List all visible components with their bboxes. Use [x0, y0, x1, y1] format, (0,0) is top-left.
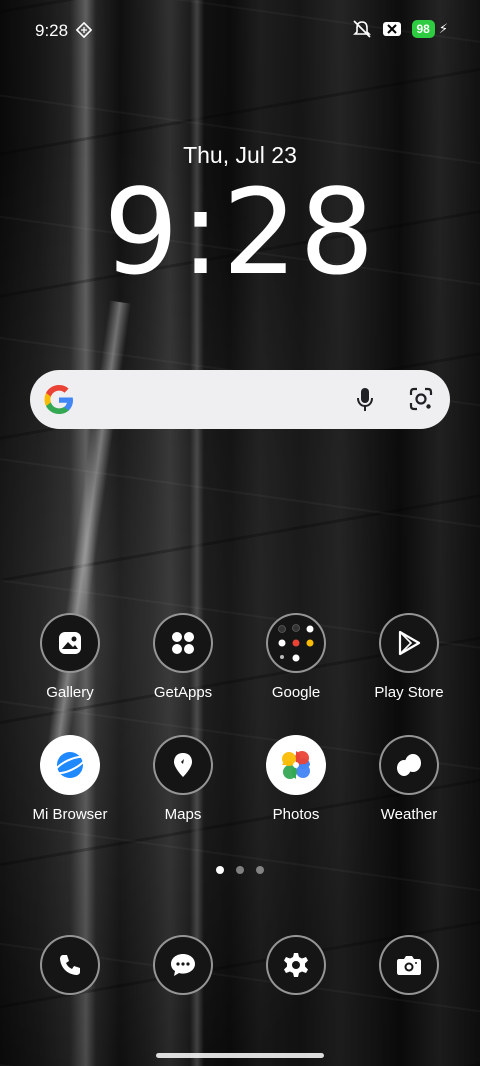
google-search-bar[interactable] — [30, 370, 450, 429]
dock-camera[interactable] — [379, 935, 439, 995]
mi-browser-icon — [40, 735, 100, 795]
page-dot-3[interactable] — [256, 866, 264, 874]
app-label: Gallery — [46, 684, 94, 701]
maps-icon — [153, 735, 213, 795]
dock-settings[interactable] — [266, 935, 326, 995]
charging-icon: ⚡ — [438, 21, 448, 36]
app-label: GetApps — [153, 684, 213, 701]
microphone-icon[interactable] — [350, 384, 380, 414]
camera-icon — [379, 935, 439, 995]
app-label: Mi Browser — [32, 806, 108, 823]
app-label: Play Store — [374, 684, 444, 701]
app-gallery[interactable]: Gallery — [15, 613, 125, 701]
app-photos[interactable]: Photos — [241, 735, 351, 823]
google-folder-icon — [266, 613, 326, 673]
app-getapps[interactable]: GetApps — [128, 613, 238, 701]
battery-level: 98 — [411, 20, 435, 38]
getapps-icon — [153, 613, 213, 673]
no-sim-icon — [382, 22, 401, 36]
app-maps[interactable]: Maps — [128, 735, 238, 823]
home-gesture-bar[interactable] — [156, 1053, 324, 1058]
app-mi-browser[interactable]: Mi Browser — [15, 735, 125, 823]
app-label: Weather — [380, 806, 438, 823]
app-folder-google[interactable]: Google — [241, 613, 351, 701]
play-store-icon — [379, 613, 439, 673]
page-indicator — [0, 866, 480, 874]
gallery-icon — [40, 613, 100, 673]
dock-phone[interactable] — [40, 935, 100, 995]
app-label: Maps — [164, 806, 202, 823]
weather-icon — [379, 735, 439, 795]
mute-icon — [352, 20, 371, 38]
app-weather[interactable]: Weather — [354, 735, 464, 823]
data-saver-icon — [76, 22, 92, 38]
clock[interactable]: 9:28 — [0, 172, 480, 292]
app-label: Photos — [272, 806, 320, 823]
settings-icon — [266, 935, 326, 995]
phone-icon — [40, 935, 100, 995]
app-label: Google — [271, 684, 321, 701]
messages-icon — [153, 935, 213, 995]
app-play-store[interactable]: Play Store — [354, 613, 464, 701]
page-dot-2[interactable] — [236, 866, 244, 874]
photos-icon — [266, 735, 326, 795]
status-time: 9:28 — [35, 21, 69, 40]
dock-messages[interactable] — [153, 935, 213, 995]
status-bar: 9:28 98 ⚡ — [0, 0, 480, 62]
page-dot-1[interactable] — [216, 866, 224, 874]
google-lens-icon[interactable] — [406, 384, 436, 414]
google-logo-icon — [44, 385, 73, 414]
